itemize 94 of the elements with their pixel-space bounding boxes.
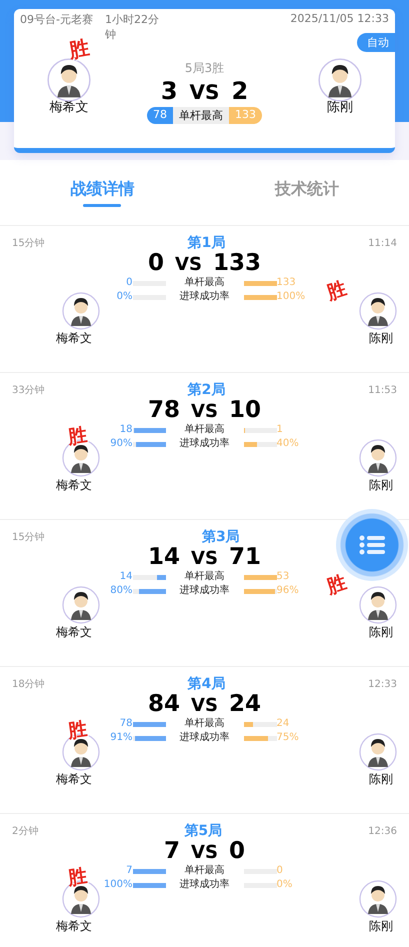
stat-value: 75% — [276, 731, 300, 745]
round-title: 第1局 — [188, 234, 226, 252]
stat-value: 0% — [116, 290, 132, 304]
stat-value: 100% — [276, 290, 306, 304]
round-time: 11:53 — [368, 384, 397, 396]
round-time: 12:33 — [368, 678, 397, 690]
vs-label: VS — [191, 548, 218, 569]
stat-label: 单杆最高 — [184, 864, 226, 878]
vs-label: VS — [190, 80, 220, 104]
round-title: 第3局 — [202, 528, 240, 546]
stat-value: 96% — [276, 584, 300, 598]
player-name: 梅希文 — [56, 330, 92, 347]
winner-mark: 胜 — [66, 422, 89, 450]
player-name: 陈刚 — [327, 99, 353, 116]
player-name: 梅希文 — [56, 624, 92, 641]
round-title: 第4局 — [188, 675, 226, 693]
list-icon — [359, 535, 385, 555]
match-date: 2025/11/05 12:33 — [290, 12, 389, 27]
match-format: 5局3胜 — [184, 60, 224, 77]
winner-mark: 胜 — [66, 716, 89, 744]
stat-label: 进球成功率 — [178, 290, 230, 304]
tab[interactable]: 战绩详情 — [0, 160, 204, 225]
stat-value: 14 — [118, 570, 132, 584]
stat-label: 单杆最高 — [184, 570, 226, 584]
round-time: 11:14 — [368, 238, 397, 248]
mode-badge: 自动 — [357, 33, 395, 52]
stat-value: 53 — [276, 570, 290, 584]
round-time: 12:36 — [368, 826, 397, 836]
score: 14 — [148, 544, 180, 570]
match-duration: 1小时22分钟 — [104, 12, 160, 42]
score: 0 — [228, 838, 245, 864]
player-name: 梅希文 — [56, 477, 92, 494]
player-name: 梅希文 — [56, 771, 92, 788]
score: 71 — [228, 544, 261, 570]
stat-value: 91% — [109, 731, 132, 745]
stat-value: 0 — [276, 864, 284, 878]
break-label: 单杆最高 — [173, 107, 229, 124]
winner-mark: 胜 — [323, 276, 350, 306]
vs-label: VS — [191, 695, 218, 716]
round-duration: 15分钟 — [12, 236, 45, 250]
score: 24 — [228, 691, 261, 717]
round-duration: 2分钟 — [12, 824, 38, 838]
player-name: 陈刚 — [369, 624, 393, 641]
score: 78 — [148, 397, 180, 423]
break-value: 133 — [229, 107, 262, 124]
table-title: 09号台-元老赛 — [20, 12, 93, 27]
round-duration: 15分钟 — [12, 530, 45, 544]
round-duration: 18分钟 — [12, 678, 45, 691]
stat-value: 7 — [125, 864, 132, 878]
vs-label: VS — [191, 401, 218, 422]
person-avatar-icon — [359, 292, 397, 330]
break-value: 78 — [147, 107, 173, 124]
stat-value: 1 — [276, 423, 284, 437]
round-duration: 33分钟 — [12, 384, 45, 397]
stat-value: 100% — [102, 878, 132, 892]
player-name: 陈刚 — [369, 330, 393, 347]
score: 3 — [160, 77, 178, 105]
round-title: 第2局 — [188, 381, 226, 399]
stat-label: 进球成功率 — [178, 437, 230, 451]
stat-label: 单杆最高 — [184, 276, 226, 290]
stat-label: 进球成功率 — [178, 878, 230, 892]
round-title: 第5局 — [184, 822, 222, 840]
score: 10 — [228, 397, 261, 423]
winner-mark: 胜 — [66, 34, 92, 65]
stat-value: 78 — [118, 717, 132, 731]
stat-value: 24 — [276, 717, 290, 731]
stat-value: 0 — [125, 276, 132, 290]
stat-value: 133 — [276, 276, 297, 290]
player-name: 陈刚 — [369, 771, 393, 788]
player-name: 梅希文 — [56, 918, 92, 935]
winner-mark: 胜 — [323, 570, 350, 600]
stat-label: 单杆最高 — [184, 423, 226, 437]
vs-label: VS — [191, 842, 218, 863]
tab[interactable]: 技术统计 — [204, 160, 409, 225]
vs-label: VS — [175, 254, 202, 275]
person-avatar-icon — [47, 58, 91, 102]
person-avatar-icon — [359, 586, 397, 624]
score: 133 — [212, 250, 261, 276]
winner-mark: 胜 — [66, 864, 89, 892]
stat-label: 单杆最高 — [184, 717, 226, 731]
score: 7 — [164, 838, 180, 864]
player-name: 陈刚 — [369, 918, 393, 935]
stat-value: 80% — [109, 584, 132, 598]
stat-value: 0% — [276, 878, 294, 892]
stat-label: 进球成功率 — [178, 584, 230, 598]
stat-value: 18 — [118, 423, 132, 437]
player-name: 梅希文 — [50, 99, 88, 116]
player-name: 陈刚 — [369, 477, 393, 494]
score: 0 — [148, 250, 164, 276]
score: 2 — [231, 77, 248, 105]
stat-value: 90% — [109, 437, 132, 451]
stat-label: 进球成功率 — [178, 731, 230, 745]
stat-value: 40% — [276, 437, 300, 451]
score: 84 — [148, 691, 180, 717]
